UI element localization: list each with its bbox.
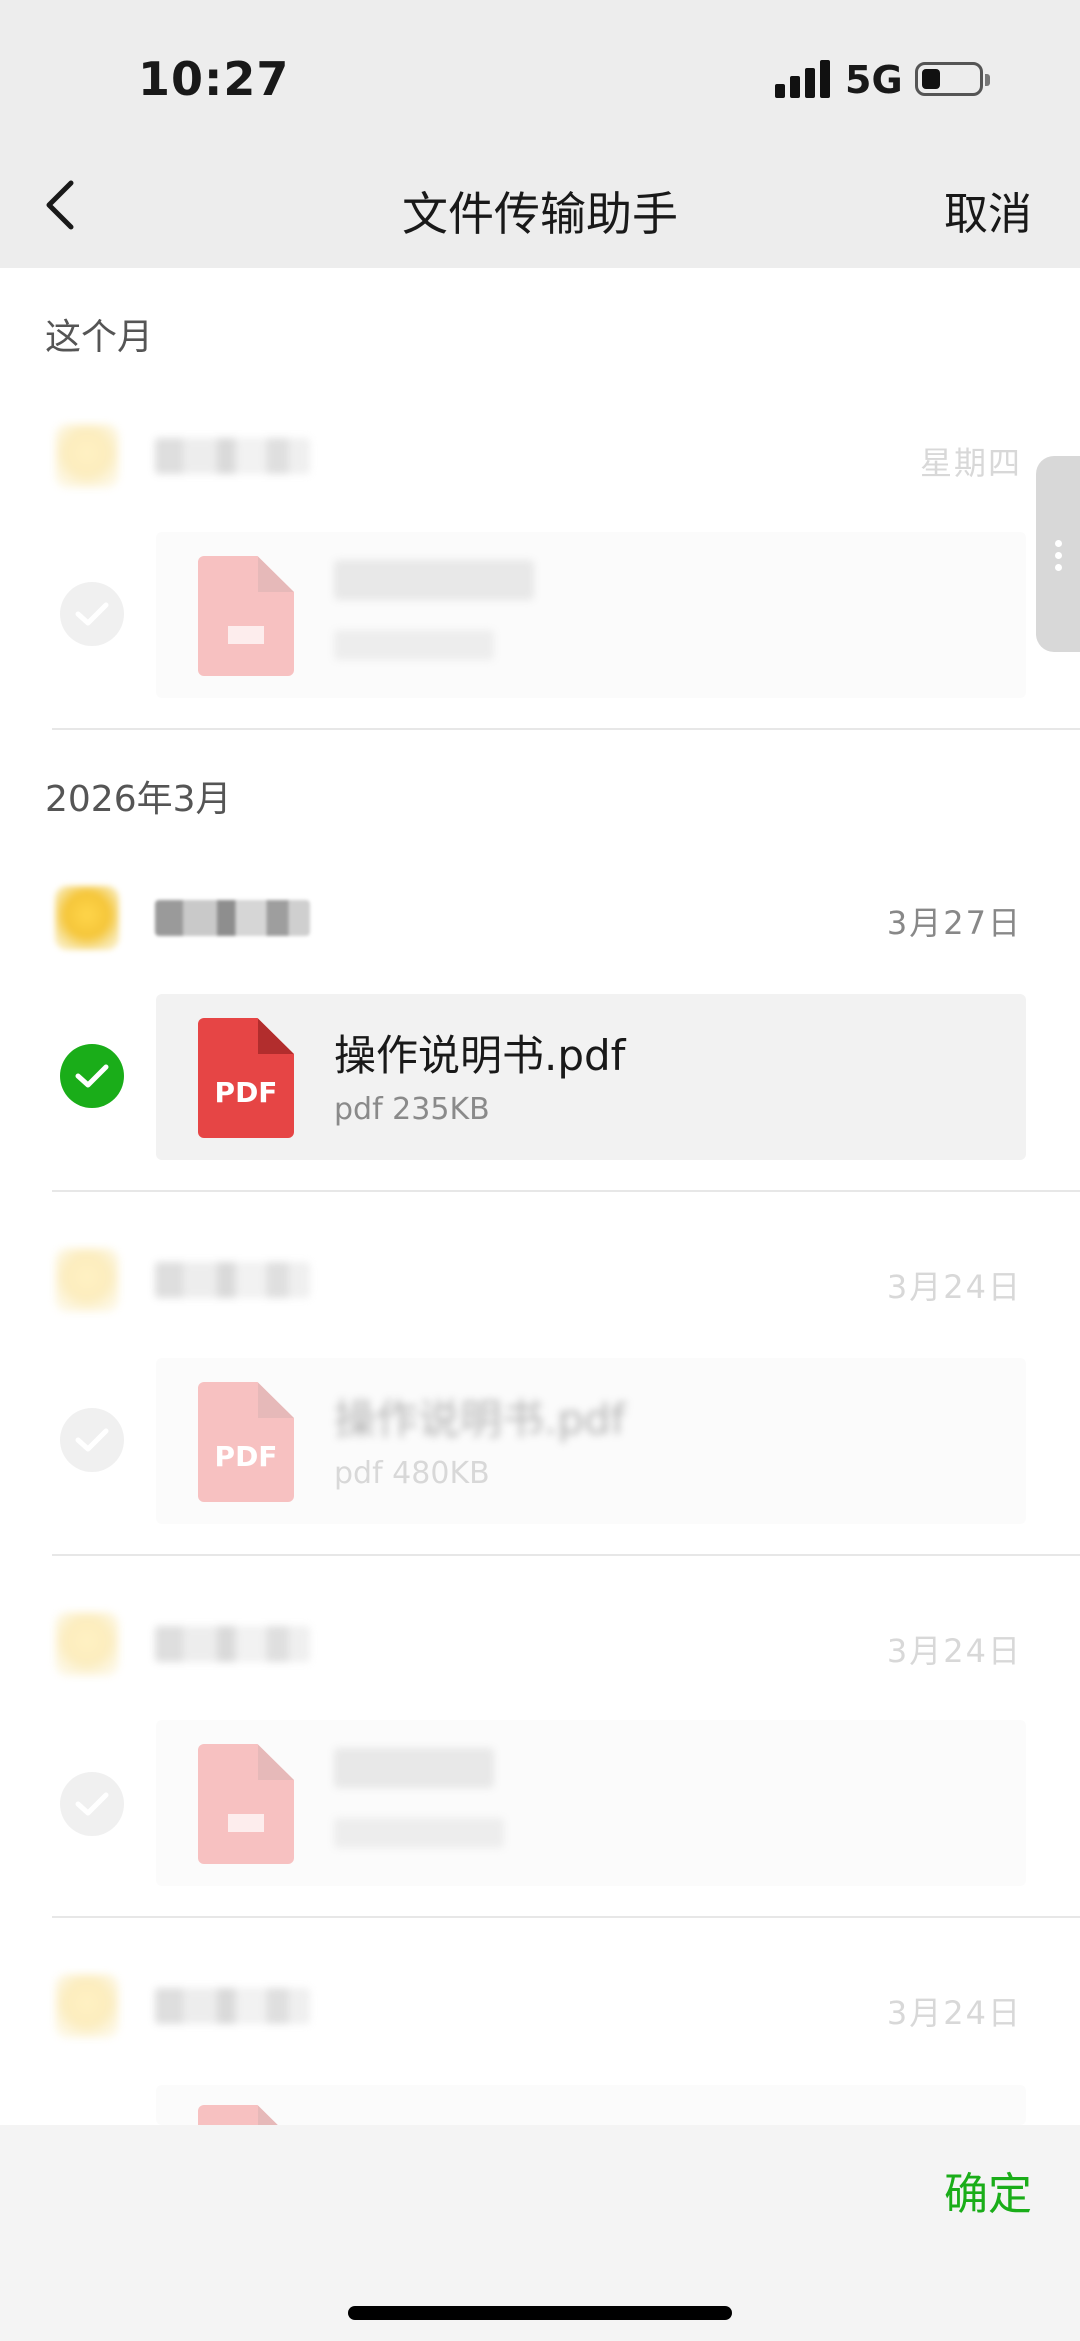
message-date: 3月24日 xyxy=(886,1632,1022,1670)
sender-name xyxy=(155,1988,310,2024)
message-date: 3月27日 xyxy=(886,904,1022,942)
page-title: 文件传输助手 xyxy=(402,187,678,241)
cellular-signal-icon xyxy=(775,60,831,98)
file-name: 操作说明书.pdf xyxy=(334,1031,626,1080)
select-checkbox[interactable] xyxy=(60,582,124,646)
sender-name xyxy=(155,1626,310,1662)
divider xyxy=(52,1190,1080,1192)
pdf-file-icon: PDF xyxy=(198,1382,294,1502)
file-meta xyxy=(334,1818,504,1848)
pdf-file-icon: PDF xyxy=(198,1018,294,1138)
side-drag-handle[interactable] xyxy=(1036,456,1080,652)
select-checkbox[interactable] xyxy=(60,1772,124,1836)
file-card[interactable] xyxy=(156,2085,1026,2125)
section-header-march-2026: 2026年3月 xyxy=(45,779,232,820)
sender-name xyxy=(155,438,310,474)
message-date: 星期四 xyxy=(919,444,1022,482)
divider xyxy=(52,1916,1080,1918)
file-card[interactable] xyxy=(156,532,1026,698)
avatar xyxy=(55,1612,119,1676)
file-meta xyxy=(334,630,494,660)
top-bar: 10:27 5G 文件传输助手 取消 xyxy=(0,0,1080,268)
file-meta: pdf 480KB xyxy=(334,1456,490,1491)
file-name xyxy=(334,1748,494,1788)
pdf-file-icon xyxy=(198,2105,294,2125)
confirm-button[interactable]: 确定 xyxy=(944,2158,1032,2222)
battery-icon xyxy=(915,62,990,96)
file-card[interactable] xyxy=(156,1720,1026,1886)
pdf-file-icon xyxy=(198,556,294,676)
file-card[interactable]: PDF 操作说明书.pdf pdf 480KB xyxy=(156,1358,1026,1524)
avatar xyxy=(55,886,119,950)
network-type: 5G xyxy=(845,58,903,102)
avatar xyxy=(55,1974,119,2038)
check-icon xyxy=(75,602,109,626)
check-icon xyxy=(75,1064,109,1088)
home-indicator[interactable] xyxy=(348,2306,732,2320)
message-date: 3月24日 xyxy=(886,1994,1022,2032)
check-icon xyxy=(75,1792,109,1816)
message-date: 3月24日 xyxy=(886,1268,1022,1306)
file-card[interactable]: PDF 操作说明书.pdf pdf 235KB xyxy=(156,994,1026,1160)
sender-name xyxy=(155,1262,310,1298)
avatar xyxy=(55,424,119,488)
check-icon xyxy=(75,1428,109,1452)
divider xyxy=(52,1554,1080,1556)
status-time: 10:27 xyxy=(138,52,290,106)
pdf-icon-label: PDF xyxy=(214,1440,278,1473)
file-name xyxy=(334,560,534,600)
section-header-this-month: 这个月 xyxy=(45,317,154,358)
pdf-icon-label: PDF xyxy=(214,1076,278,1109)
select-checkbox[interactable] xyxy=(60,1408,124,1472)
file-name: 操作说明书.pdf xyxy=(334,1395,626,1444)
file-meta: pdf 235KB xyxy=(334,1092,490,1127)
avatar xyxy=(55,1248,119,1312)
select-checkbox-checked[interactable] xyxy=(60,1044,124,1108)
cancel-button[interactable]: 取消 xyxy=(944,178,1032,242)
sender-name xyxy=(155,900,310,936)
divider xyxy=(52,728,1080,730)
pdf-file-icon xyxy=(198,1744,294,1864)
